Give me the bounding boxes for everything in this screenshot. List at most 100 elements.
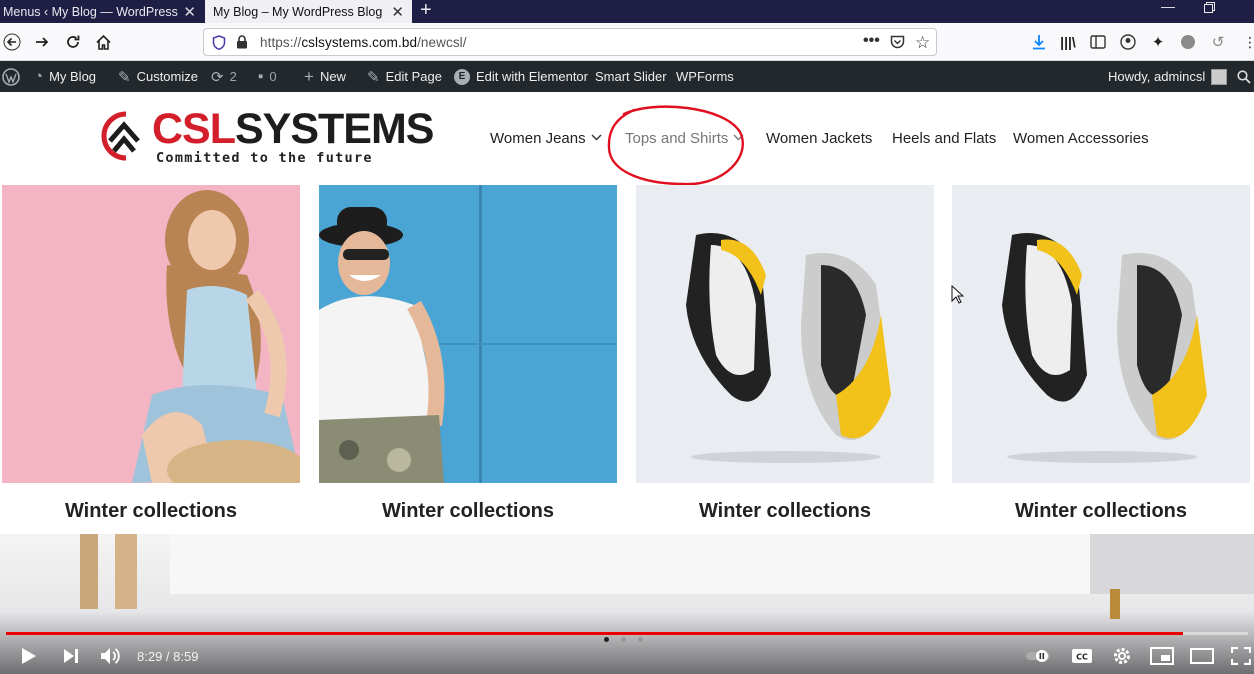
wp-updates[interactable]: ⟳ 2 xyxy=(211,61,237,92)
wp-smart-slider[interactable]: Smart Slider xyxy=(595,61,667,92)
mouse-cursor-icon xyxy=(951,285,964,304)
menu-item-women-jackets[interactable]: Women Jackets xyxy=(766,130,872,147)
account-icon[interactable] xyxy=(1118,32,1138,52)
back-icon[interactable] xyxy=(2,32,22,52)
search-icon xyxy=(1237,69,1251,84)
wp-edit-elementor[interactable]: E Edit with Elementor xyxy=(454,61,588,92)
slider-dot[interactable] xyxy=(604,637,609,642)
menu-icon[interactable]: ⋮ xyxy=(1240,32,1254,52)
star-icon[interactable]: ☆ xyxy=(915,33,930,53)
annotation-circle xyxy=(607,105,744,186)
site-name-label: My Blog xyxy=(49,69,97,84)
home-icon[interactable] xyxy=(93,32,113,52)
video-progress-bar[interactable] xyxy=(6,632,1248,635)
volume-button[interactable] xyxy=(99,644,123,668)
wp-logo[interactable] xyxy=(2,61,20,92)
page-actions-icon[interactable]: ••• xyxy=(863,32,880,50)
reload-icon[interactable] xyxy=(63,32,83,52)
miniplayer-icon xyxy=(1150,647,1174,665)
product-tile-3[interactable] xyxy=(636,185,934,483)
logo-title-red: CSL xyxy=(152,105,236,153)
plus-icon: + xyxy=(304,66,314,86)
wp-customize[interactable]: ✎ Customize xyxy=(118,61,198,92)
menu-item-heels-and-flats[interactable]: Heels and Flats xyxy=(892,130,996,147)
autoplay-toggle[interactable] xyxy=(1025,644,1051,668)
gear-icon xyxy=(1114,648,1130,664)
howdy-label: Howdy, admincsl xyxy=(1108,69,1206,84)
tab-title: Menus ‹ My Blog — WordPress xyxy=(3,4,178,19)
library-icon[interactable]: |||\ xyxy=(1058,32,1078,52)
edit-elementor-label: Edit with Elementor xyxy=(476,69,588,84)
yellow-sneakers-image xyxy=(636,185,934,483)
product-tile-4[interactable] xyxy=(952,185,1250,483)
menu-item-label: Women Accessories xyxy=(1013,130,1149,147)
logo-tagline: Committed to the future xyxy=(156,150,373,166)
woman-pink-background-image xyxy=(2,185,300,483)
extension-icon[interactable]: ✦ xyxy=(1148,32,1168,52)
pocket-icon[interactable] xyxy=(890,35,905,54)
next-button[interactable] xyxy=(62,644,80,668)
wp-edit-page[interactable]: ✎ Edit Page xyxy=(367,61,442,92)
comment-icon: ▪ xyxy=(258,68,264,85)
tile-caption: Winter collections xyxy=(381,500,555,522)
close-icon[interactable]: ✕ xyxy=(391,3,404,21)
wpforms-label: WPForms xyxy=(676,69,734,84)
menu-item-label: Women Jackets xyxy=(766,130,873,147)
tab-my-blog[interactable]: My Blog – My WordPress Blog ✕ xyxy=(205,0,412,23)
forward-icon[interactable] xyxy=(32,32,52,52)
url-scheme: https:// xyxy=(260,35,302,50)
logo-mark-icon xyxy=(101,111,140,161)
sync-icon[interactable]: ↺ xyxy=(1208,32,1228,52)
video-time: 8:29 / 8:59 xyxy=(137,648,199,664)
updates-count: 2 xyxy=(229,69,237,84)
menu-item-women-jeans[interactable]: Women Jeans xyxy=(490,130,602,147)
video-progress-fill xyxy=(6,632,1184,635)
wp-wpforms[interactable]: WPForms xyxy=(676,61,734,92)
address-bar[interactable]: https://cslsystems.com.bd/newcsl/ ••• ☆ xyxy=(203,28,937,56)
tab-menus[interactable]: Menus ‹ My Blog — WordPress ✕ xyxy=(0,0,204,23)
settings-button[interactable] xyxy=(1112,644,1132,668)
captions-button[interactable]: CC xyxy=(1071,644,1093,668)
miniplayer-button[interactable] xyxy=(1150,644,1174,668)
theater-mode-button[interactable] xyxy=(1190,644,1214,668)
browser-tab-strip: Menus ‹ My Blog — WordPress ✕ My Blog – … xyxy=(0,0,1254,23)
slider-dot[interactable] xyxy=(621,637,626,642)
fullscreen-button[interactable] xyxy=(1231,644,1251,668)
site-logo[interactable]: CSLSYSTEMS Committed to the future xyxy=(100,105,434,170)
svg-text:CC: CC xyxy=(1076,653,1088,662)
yellow-sneakers-image xyxy=(952,185,1250,483)
new-tab-icon[interactable]: + xyxy=(420,0,432,22)
adblock-icon[interactable] xyxy=(1178,32,1198,52)
wp-search[interactable] xyxy=(1237,61,1251,92)
lock-icon[interactable] xyxy=(236,35,248,54)
slider-dot[interactable] xyxy=(638,637,643,642)
minimize-icon[interactable]: — xyxy=(1161,0,1175,14)
wp-new[interactable]: + New xyxy=(304,61,346,92)
menu-item-label: Women Jeans xyxy=(490,130,586,147)
chevron-down-icon xyxy=(591,132,602,144)
avatar xyxy=(1211,68,1228,85)
close-icon[interactable]: ✕ xyxy=(183,3,196,21)
elementor-icon: E xyxy=(454,68,470,85)
man-hat-blue-wall-image xyxy=(319,185,617,483)
tile-caption: Winter collections xyxy=(698,500,872,522)
menu-item-label: Heels and Flats xyxy=(892,130,997,147)
wp-site-name[interactable]: ◔ My Blog xyxy=(34,61,96,92)
wp-admin-bar: ◔ My Blog ✎ Customize ⟳ 2 ▪ 0 + New ✎ Ed… xyxy=(0,61,1254,92)
download-icon[interactable] xyxy=(1029,32,1049,52)
product-tile-2[interactable] xyxy=(319,185,617,483)
restore-icon[interactable] xyxy=(1204,2,1215,16)
play-button[interactable] xyxy=(18,644,38,668)
wp-howdy[interactable]: Howdy, admincsl xyxy=(1108,61,1228,92)
smart-slider-label: Smart Slider xyxy=(595,69,667,84)
sidebar-icon[interactable] xyxy=(1088,32,1108,52)
play-icon xyxy=(22,648,36,664)
wp-comments[interactable]: ▪ 0 xyxy=(258,61,277,92)
comments-count: 0 xyxy=(269,69,277,84)
new-label: New xyxy=(319,69,346,84)
menu-item-women-accessories[interactable]: Women Accessories xyxy=(1013,130,1149,147)
shield-icon[interactable] xyxy=(212,35,226,55)
captions-icon: CC xyxy=(1072,649,1092,663)
customize-label: Customize xyxy=(136,69,198,84)
product-tile-1[interactable] xyxy=(2,185,300,483)
